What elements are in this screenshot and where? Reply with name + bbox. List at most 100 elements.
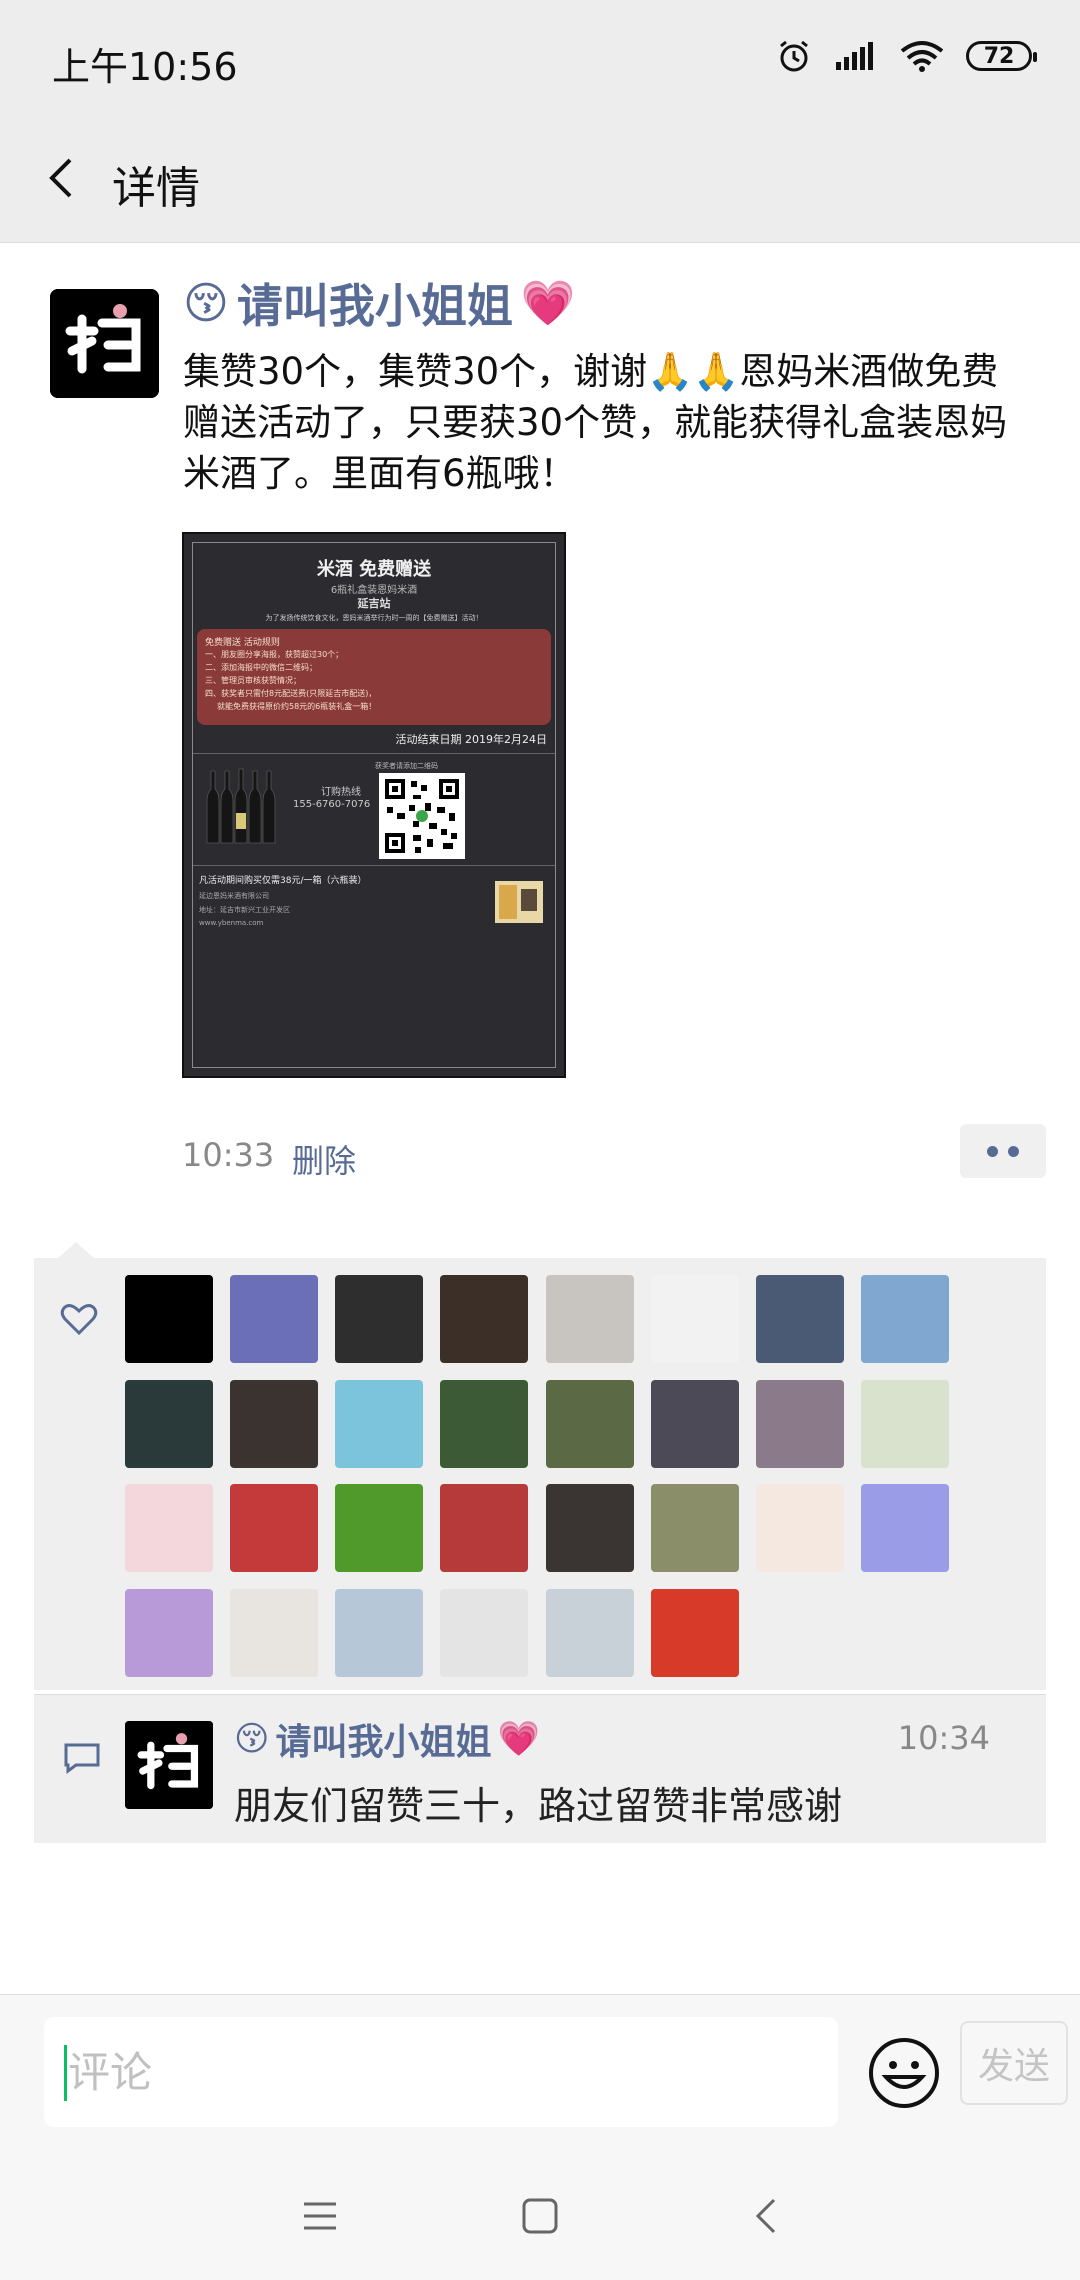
poster-divider [193, 753, 555, 754]
liker-avatar[interactable] [755, 1484, 844, 1572]
likes-panel [34, 1258, 1046, 1690]
post-image[interactable]: 米酒 免费赠送 6瓶礼盒装恩妈米酒 延吉站 为了发扬传统饮食文化，恩妈米酒举行为… [182, 532, 566, 1078]
wifi-icon [900, 41, 944, 72]
delete-link[interactable]: 删除 [292, 1136, 356, 1182]
liker-avatar[interactable] [125, 1484, 213, 1572]
status-bar: 上午10:56 72 [0, 0, 1080, 118]
comment-author-avatar[interactable] [125, 1721, 213, 1809]
send-button[interactable]: 发送 [960, 2021, 1068, 2105]
poster-rule: 四、获奖者只需付8元配送费(只限延吉市配送)， [205, 689, 377, 698]
page-title: 详情 [112, 163, 200, 214]
comment-author[interactable]: 😚 请叫我小姐姐 💗 [234, 1713, 540, 1765]
wine-bottles-icon [206, 768, 276, 844]
back-arrow-icon[interactable] [34, 148, 94, 208]
liker-avatar[interactable] [125, 1588, 213, 1677]
poster-promo: 凡活动期间购买仅需38元/一箱（六瓶装） [199, 876, 367, 886]
logo-icon [50, 289, 159, 398]
kiss-emoji-icon: 😚 [234, 1719, 270, 1759]
system-nav-bar [0, 2150, 1080, 2280]
liker-avatar[interactable] [545, 1275, 634, 1363]
poster-end-date: 活动结束日期 2019年2月24日 [395, 733, 548, 746]
post-time: 10:33 [182, 1136, 275, 1174]
title-bar: 详情 [0, 118, 1080, 243]
liker-avatar[interactable] [335, 1275, 424, 1363]
liker-avatar[interactable] [860, 1379, 949, 1468]
post-text: 集赞30个，集赞30个，谢谢🙏🙏恩妈米酒做免费赠送活动了，只要获30个赞，就能获… [183, 350, 1008, 495]
poster-title: 米酒 免费赠送 [316, 559, 432, 580]
liker-avatar[interactable] [335, 1588, 424, 1677]
liker-avatar[interactable] [230, 1588, 319, 1677]
kiss-emoji-icon: 😚 [183, 277, 229, 329]
poster-location: 延吉站 [357, 597, 391, 610]
heart-emoji-icon: 💗 [520, 278, 576, 329]
liker-avatar[interactable] [440, 1275, 529, 1363]
back-icon[interactable] [746, 2194, 790, 2238]
liker-avatar[interactable] [860, 1275, 949, 1363]
comment-author-name: 请叫我小姐姐 [275, 1722, 492, 1763]
poster-company: 延边恩妈米酒有限公司 [199, 892, 269, 900]
poster-rule: 二、添加海报中的微信二维码； [205, 663, 317, 672]
poster-subtitle: 6瓶礼盒装恩妈米酒 [330, 585, 418, 596]
liker-avatar[interactable] [650, 1484, 739, 1572]
liker-avatar[interactable] [335, 1379, 424, 1468]
liker-avatar[interactable] [860, 1484, 949, 1572]
liker-avatar[interactable] [125, 1275, 213, 1363]
liker-avatar[interactable] [755, 1379, 844, 1468]
liker-avatar[interactable] [440, 1484, 529, 1572]
liker-avatar[interactable] [755, 1275, 844, 1363]
poster-address: 地址：延吉市新兴工业开发区 [199, 906, 290, 914]
poster-rules-title: 免费赠送 活动规则 [205, 638, 280, 648]
comment-icon [64, 1743, 100, 1774]
comments-panel: 😚 请叫我小姐姐 💗 10:34 朋友们留赞三十，路过留赞非常感谢 [34, 1694, 1046, 1843]
menu-icon[interactable] [298, 2194, 342, 2238]
liker-avatar[interactable] [545, 1379, 634, 1468]
poster-website: www.ybenma.com [199, 919, 264, 927]
liker-avatar[interactable] [440, 1588, 529, 1677]
poster-qr-label: 获奖者请添加二维码 [375, 762, 438, 770]
liker-avatar[interactable] [230, 1275, 319, 1363]
comment-text: 朋友们留赞三十，路过留赞非常感谢 [234, 1784, 843, 1828]
comment-time: 10:34 [897, 1719, 990, 1757]
liker-avatar[interactable] [650, 1588, 739, 1677]
liker-avatar[interactable] [440, 1379, 529, 1468]
poster-rule: 就能免费获得原价约58元的6瓶装礼盒一箱！ [217, 702, 377, 711]
liker-avatar[interactable] [545, 1588, 634, 1677]
poster-hotline: 155-6760-7076 [293, 799, 371, 810]
signal-icon [836, 42, 873, 70]
battery-indicator: 72 [966, 41, 1037, 71]
status-icons: 72 [776, 36, 1037, 76]
liker-avatar[interactable] [230, 1484, 319, 1572]
liker-avatar[interactable] [650, 1275, 739, 1363]
more-actions-button[interactable] [960, 1124, 1046, 1178]
post-author-name: 请叫我小姐姐 [236, 279, 513, 333]
home-icon[interactable] [518, 2194, 562, 2238]
post-author[interactable]: 😚 请叫我小姐姐 💗 [183, 270, 576, 336]
poster-hotline-label: 订购热线 [321, 787, 361, 798]
post-author-avatar[interactable] [50, 289, 159, 398]
poster-rule: 一、朋友圈分享海报，获赞超过30个； [205, 650, 344, 659]
alarm-icon [780, 40, 808, 72]
status-time: 上午10:56 [52, 45, 238, 89]
heart-icon [60, 1304, 98, 1336]
qr-code-icon [379, 773, 465, 859]
battery-level: 72 [983, 43, 1015, 69]
liker-avatar[interactable] [545, 1484, 634, 1572]
liker-avatar[interactable] [335, 1484, 424, 1572]
poster-divider [193, 865, 555, 866]
heart-emoji-icon: 💗 [497, 1719, 540, 1759]
poster-frame: 米酒 免费赠送 6瓶礼盒装恩妈米酒 延吉站 为了发扬传统饮食文化，恩妈米酒举行为… [192, 542, 556, 1068]
poster-rules-box: 免费赠送 活动规则 一、朋友圈分享海报，获赞超过30个； 二、添加海报中的微信二… [197, 629, 551, 725]
liker-avatar[interactable] [125, 1379, 213, 1468]
emoji-icon[interactable] [866, 2035, 942, 2111]
dot-icon [987, 1145, 998, 1157]
comment-input[interactable] [44, 2017, 838, 2127]
gift-box-icon [495, 881, 543, 923]
poster-rule: 三、管理员审核获赞情况； [205, 676, 301, 685]
logo-icon [125, 1721, 213, 1809]
text-cursor [64, 2045, 67, 2101]
liker-avatar[interactable] [230, 1379, 319, 1468]
comment-input-bar: 发送 [0, 1994, 1080, 2151]
liker-avatar[interactable] [650, 1379, 739, 1468]
poster-intro: 为了发扬传统饮食文化，恩妈米酒举行为时一周的【免费赠送】活动！ [265, 614, 483, 622]
dot-icon [1008, 1145, 1019, 1157]
